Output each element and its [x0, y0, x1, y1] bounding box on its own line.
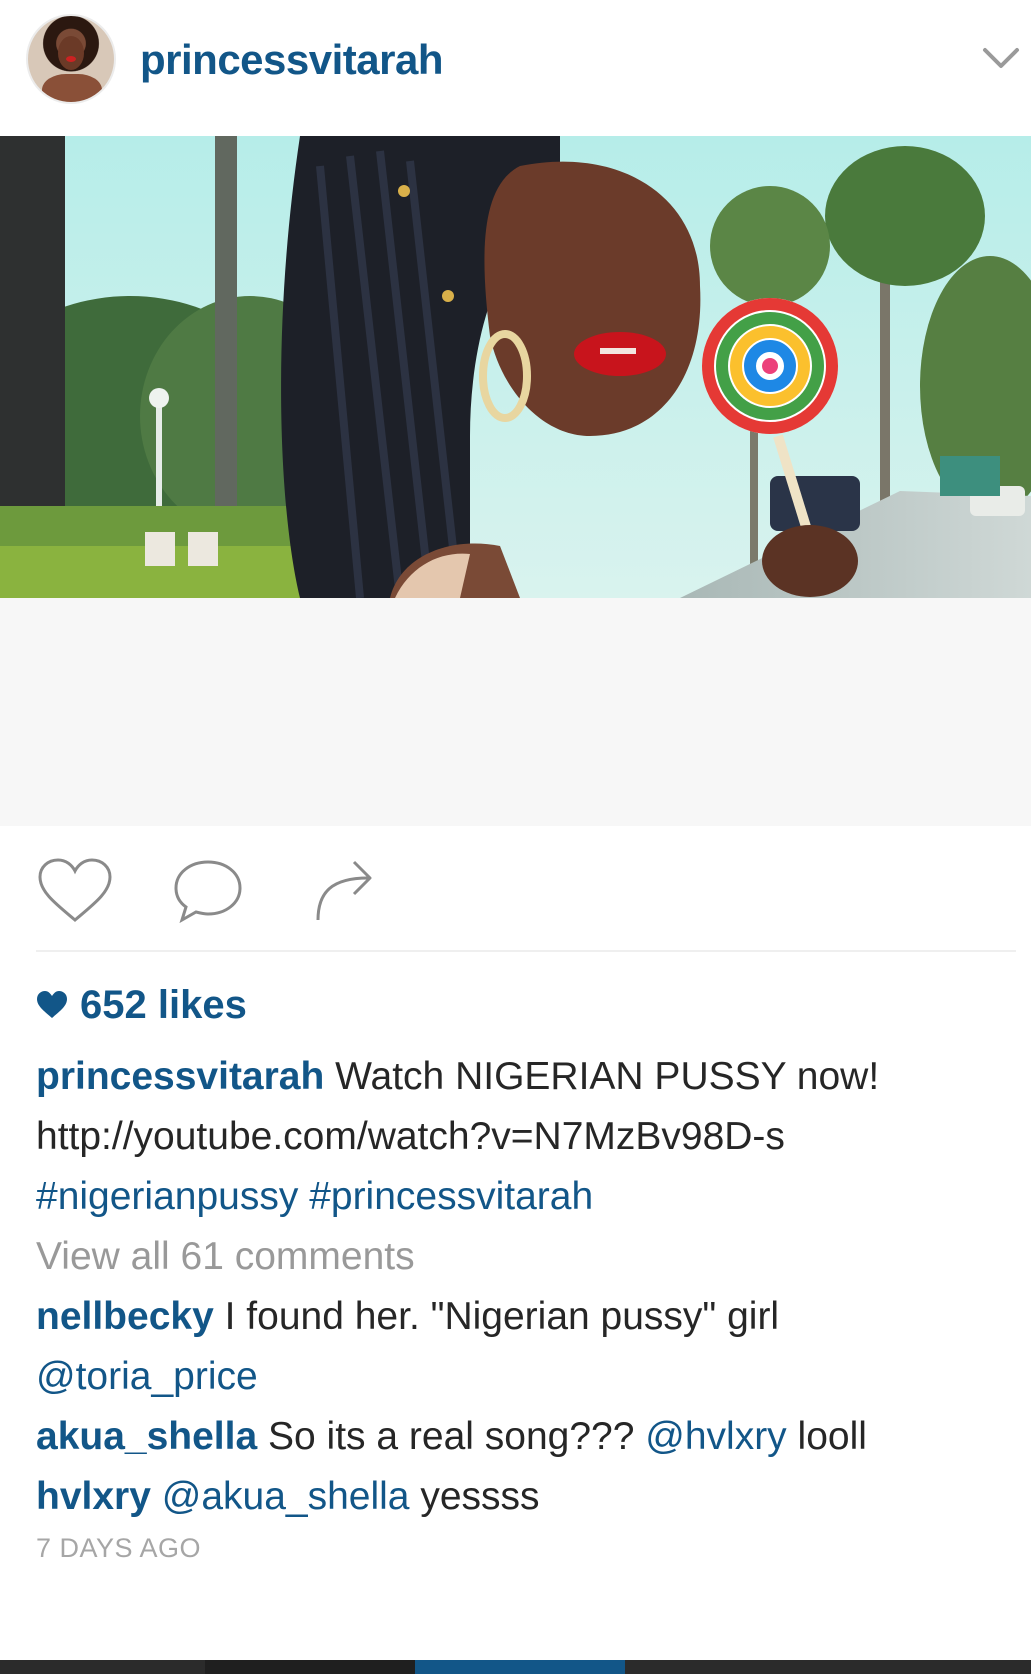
divider [36, 950, 1016, 952]
likes-count[interactable]: 652 likes [80, 983, 247, 1028]
post-header: princessvitarah [0, 0, 1031, 136]
post-image[interactable] [0, 136, 1031, 826]
comment-text-after: yessss [420, 1475, 540, 1518]
comment-text: So its a real song??? [268, 1415, 635, 1458]
hashtag-link[interactable]: #princessvitarah [309, 1175, 593, 1218]
post-timestamp: 7 DAYS AGO [36, 1533, 202, 1563]
chevron-down-icon[interactable] [982, 44, 1020, 72]
post-author-username[interactable]: princessvitarah [140, 36, 444, 84]
heart-filled-icon [37, 991, 67, 1018]
mention-link[interactable]: @akua_shella [162, 1475, 410, 1518]
hashtag-link[interactable]: #nigerianpussy [36, 1175, 298, 1218]
avatar[interactable] [26, 14, 116, 104]
post-photo [0, 136, 1031, 826]
comment-username[interactable]: hvlxry [36, 1475, 151, 1518]
comment-bubble-icon[interactable] [172, 856, 244, 926]
comment-item: nellbecky I found her. "Nigerian pussy" … [36, 1287, 1006, 1407]
view-all-comments-link[interactable]: View all 61 comments [36, 1227, 1006, 1287]
mention-link[interactable]: @hvlxry [645, 1415, 786, 1458]
post-actions [0, 840, 1031, 950]
tab-camera[interactable] [415, 1660, 625, 1674]
tab-home[interactable] [0, 1660, 205, 1674]
tab-explore[interactable] [205, 1660, 415, 1674]
comment-username[interactable]: nellbecky [36, 1295, 214, 1338]
comment-text-after: looll [797, 1415, 867, 1458]
comment-username[interactable]: akua_shella [36, 1415, 257, 1458]
tab-activity[interactable] [625, 1660, 1031, 1674]
comment-text: I found her. "Nigerian pussy" girl [224, 1295, 780, 1338]
post-details: 652 likes princessvitarah Watch NIGERIAN… [36, 975, 1006, 1564]
likes-row[interactable]: 652 likes [36, 975, 1006, 1035]
caption: princessvitarah Watch NIGERIAN PUSSY now… [36, 1047, 1006, 1227]
comment-item: akua_shella So its a real song??? @hvlxr… [36, 1407, 1006, 1467]
mention-link[interactable]: @toria_price [36, 1355, 258, 1398]
bottom-tab-bar [0, 1660, 1031, 1674]
share-arrow-icon[interactable] [312, 856, 378, 926]
comment-item: hvlxry @akua_shella yessss [36, 1467, 1006, 1527]
heart-outline-icon[interactable] [36, 856, 114, 926]
caption-username[interactable]: princessvitarah [36, 1055, 324, 1098]
